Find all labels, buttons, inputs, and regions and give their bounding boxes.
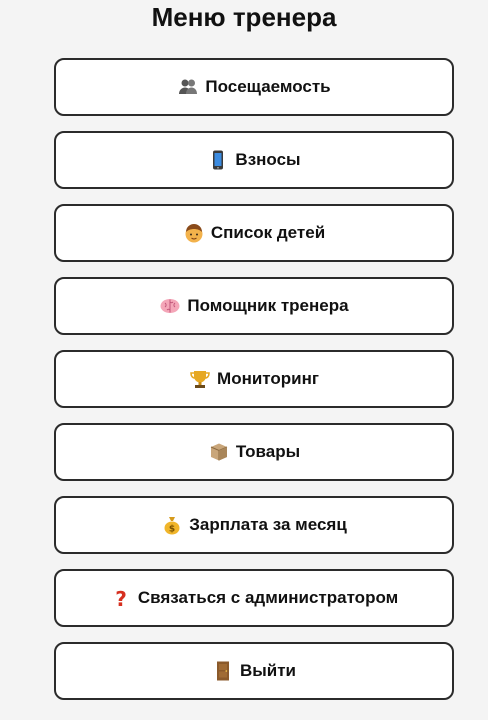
- monitoring-button[interactable]: Мониторинг: [54, 350, 454, 408]
- child-icon: [183, 222, 205, 244]
- logout-label: Выйти: [239, 661, 297, 680]
- mobile-phone-icon: [207, 149, 229, 171]
- salary-label: Зарплата за месяц: [189, 515, 347, 534]
- attendance-label: Посещаемость: [205, 77, 331, 96]
- contact-admin-label: Связаться с администратором: [137, 588, 399, 607]
- assistant-label: Помощник тренера: [187, 296, 349, 315]
- monitoring-label: Мониторинг: [217, 369, 319, 388]
- svg-text:$: $: [169, 525, 175, 535]
- fees-button[interactable]: Взносы: [54, 131, 454, 189]
- attendance-button[interactable]: Посещаемость: [54, 58, 454, 116]
- children-list-button[interactable]: Список детей: [54, 204, 454, 262]
- salary-button[interactable]: $ Зарплата за месяц: [54, 496, 454, 554]
- money-bag-icon: $: [161, 514, 183, 536]
- goods-label: Товары: [235, 442, 301, 461]
- assistant-button[interactable]: Помощник тренера: [54, 277, 454, 335]
- trophy-icon: [189, 368, 211, 390]
- logout-button[interactable]: Выйти: [54, 642, 454, 700]
- svg-text:?: ?: [115, 587, 127, 609]
- trainer-menu: Посещаемость Взносы Список детей Помощни…: [54, 58, 454, 715]
- question-mark-icon: ?: [110, 587, 132, 609]
- people-icon: [177, 76, 199, 98]
- goods-button[interactable]: Товары: [54, 423, 454, 481]
- contact-admin-button[interactable]: ? Связаться с администратором: [54, 569, 454, 627]
- children-list-label: Список детей: [210, 223, 326, 242]
- fees-label: Взносы: [235, 150, 301, 169]
- door-icon: [212, 660, 234, 682]
- page-title: Меню тренера: [151, 2, 337, 32]
- package-icon: [208, 441, 230, 463]
- brain-icon: [159, 295, 181, 317]
